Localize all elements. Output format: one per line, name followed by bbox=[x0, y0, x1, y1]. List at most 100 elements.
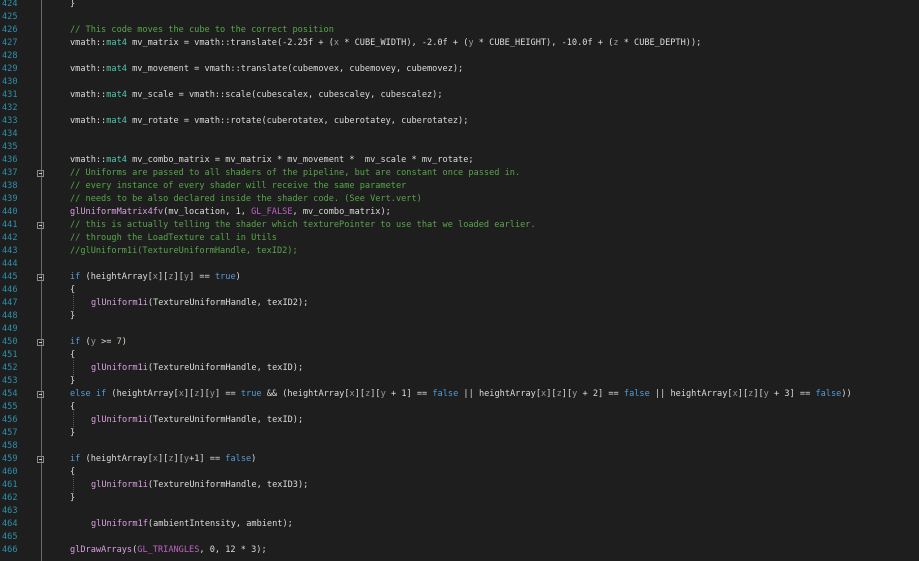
code-line[interactable]: 439 // needs to be also declared inside t… bbox=[0, 193, 919, 206]
line-number: 449 bbox=[2, 324, 18, 334]
code-token: vmath:: bbox=[70, 64, 107, 74]
line-number: 445 bbox=[2, 272, 18, 282]
code-text[interactable]: glDrawArrays(GL_TRIANGLES, 0, 12 * 3); bbox=[70, 544, 267, 557]
code-line[interactable]: 446 { bbox=[0, 284, 919, 297]
code-lines[interactable]: 424} 425 426// This code moves the cube to… bbox=[0, 0, 919, 557]
code-line[interactable]: 430 bbox=[0, 76, 919, 89]
code-text[interactable]: // through the LoadTexture call in Utils bbox=[70, 232, 277, 245]
code-line[interactable]: 429 vmath::mat4 mv_movement = vmath::tran… bbox=[0, 63, 919, 76]
code-line[interactable]: 436 vmath::mat4 mv_combo_matrix = mv_matr… bbox=[0, 154, 919, 167]
code-text[interactable]: if (heightArray[x][z][y] == true) bbox=[70, 271, 241, 284]
code-text[interactable]: // this is actually telling the shader w… bbox=[70, 219, 536, 232]
code-token: )) bbox=[841, 389, 852, 399]
code-line[interactable]: 459 if (heightArray[x][z][y+1] == false) bbox=[0, 453, 919, 466]
code-text[interactable]: glUniform1i(TextureUniformHandle, texID)… bbox=[91, 362, 303, 375]
code-line[interactable]: 438 // every instance of every shader wil… bbox=[0, 180, 919, 193]
code-line[interactable]: 444 bbox=[0, 258, 919, 271]
code-text[interactable]: vmath::mat4 mv_movement = vmath::transla… bbox=[70, 63, 463, 76]
code-text[interactable]: glUniformMatrix4fv(mv_location, 1, GL_FA… bbox=[70, 206, 391, 219]
code-line[interactable]: 451 { bbox=[0, 349, 919, 362]
code-line[interactable]: 426 // This code moves the cube to the co… bbox=[0, 24, 919, 37]
code-line[interactable]: 449 bbox=[0, 323, 919, 336]
collapse-icon[interactable] bbox=[37, 274, 44, 281]
code-token: // needs to be also declared inside the … bbox=[70, 194, 422, 204]
code-line[interactable]: 432 bbox=[0, 102, 919, 115]
code-token: { bbox=[70, 467, 76, 477]
line-number: 437 bbox=[2, 168, 18, 178]
code-line[interactable]: 456 glUniform1i(TextureUniformHandle, tex… bbox=[0, 414, 919, 427]
code-line[interactable]: 458 bbox=[0, 440, 919, 453]
code-text[interactable]: // Uniforms are passed to all shaders of… bbox=[70, 167, 520, 180]
code-text[interactable]: else if (heightArray[x][z][y] == true &&… bbox=[70, 388, 852, 401]
code-text[interactable]: vmath::mat4 mv_combo_matrix = mv_matrix … bbox=[70, 154, 474, 167]
line-number: 453 bbox=[2, 376, 18, 386]
code-editor[interactable]: 424} 425 426// This code moves the cube to… bbox=[0, 0, 919, 561]
code-line[interactable]: 434 bbox=[0, 128, 919, 141]
code-line[interactable]: 433 vmath::mat4 mv_rotate = vmath::rotate… bbox=[0, 115, 919, 128]
code-token: ][ bbox=[546, 389, 557, 399]
code-line[interactable]: 441 // this is actually telling the shade… bbox=[0, 219, 919, 232]
code-line[interactable]: 466 glDrawArrays(GL_TRIANGLES, 0, 12 * 3)… bbox=[0, 544, 919, 557]
indent-guide bbox=[73, 477, 74, 494]
code-token: (heightArray[ bbox=[80, 454, 153, 464]
code-line[interactable]: 437 // Uniforms are passed to all shaders… bbox=[0, 167, 919, 180]
code-line[interactable]: 442 // through the LoadTexture call in Ut… bbox=[0, 232, 919, 245]
code-text[interactable]: glUniform1i(TextureUniformHandle, texID)… bbox=[91, 414, 303, 427]
code-line[interactable]: 461 glUniform1i(TextureUniformHandle, tex… bbox=[0, 479, 919, 492]
line-number: 447 bbox=[2, 298, 18, 308]
code-token: } bbox=[70, 376, 76, 386]
line-number: 438 bbox=[2, 181, 18, 191]
code-text[interactable]: // This code moves the cube to the corre… bbox=[70, 24, 334, 37]
code-line[interactable]: 455 { bbox=[0, 401, 919, 414]
code-text[interactable]: if (heightArray[x][z][y+1] == false) bbox=[70, 453, 256, 466]
code-text[interactable]: glUniform1i(TextureUniformHandle, texID2… bbox=[91, 297, 308, 310]
code-line[interactable]: 460 { bbox=[0, 466, 919, 479]
code-line[interactable]: 454 else if (heightArray[x][z][y] == true… bbox=[0, 388, 919, 401]
code-line[interactable]: 427 vmath::mat4 mv_matrix = vmath::transl… bbox=[0, 37, 919, 50]
code-text[interactable]: glUniform1f(ambientIntensity, ambient); bbox=[91, 518, 293, 531]
code-line[interactable]: 457} bbox=[0, 427, 919, 440]
code-token: * CUBE_DEPTH)); bbox=[618, 38, 702, 48]
code-text[interactable]: vmath::mat4 mv_rotate = vmath::rotate(cu… bbox=[70, 115, 468, 128]
code-line[interactable]: 448} bbox=[0, 310, 919, 323]
code-line[interactable]: 452 glUniform1i(TextureUniformHandle, tex… bbox=[0, 362, 919, 375]
line-number: 439 bbox=[2, 194, 18, 204]
collapse-icon[interactable] bbox=[37, 456, 44, 463]
code-line[interactable]: 443 //glUniform1i(TextureUniformHandle, t… bbox=[0, 245, 919, 258]
code-line[interactable]: 435 bbox=[0, 141, 919, 154]
code-token: ][ bbox=[199, 389, 210, 399]
code-line[interactable]: 464 glUniform1f(ambientIntensity, ambient… bbox=[0, 518, 919, 531]
collapse-icon[interactable] bbox=[37, 391, 44, 398]
code-line[interactable]: 424} bbox=[0, 0, 919, 11]
code-text[interactable]: vmath::mat4 mv_matrix = vmath::translate… bbox=[70, 37, 701, 50]
code-token: glUniform1f bbox=[91, 519, 148, 529]
code-line[interactable]: 440 glUniformMatrix4fv(mv_location, 1, GL… bbox=[0, 206, 919, 219]
code-text[interactable]: } bbox=[70, 0, 75, 11]
line-number: 463 bbox=[2, 506, 18, 516]
code-line[interactable]: 445 if (heightArray[x][z][y] == true) bbox=[0, 271, 919, 284]
code-text[interactable]: vmath::mat4 mv_scale = vmath::scale(cube… bbox=[70, 89, 443, 102]
code-line[interactable]: 431 vmath::mat4 mv_scale = vmath::scale(c… bbox=[0, 89, 919, 102]
code-line[interactable]: 447 glUniform1i(TextureUniformHandle, tex… bbox=[0, 297, 919, 310]
code-token: false bbox=[225, 454, 252, 464]
collapse-icon[interactable] bbox=[37, 222, 44, 229]
collapse-icon[interactable] bbox=[37, 170, 44, 177]
code-text[interactable]: //glUniform1i(TextureUniformHandle, texI… bbox=[70, 245, 298, 258]
line-number: 443 bbox=[2, 246, 18, 256]
code-line[interactable]: 453} bbox=[0, 375, 919, 388]
code-line[interactable]: 428 bbox=[0, 50, 919, 63]
code-line[interactable]: 463 bbox=[0, 505, 919, 518]
code-text[interactable]: // every instance of every shader will r… bbox=[70, 180, 406, 193]
code-token: , mv_combo_matrix); bbox=[292, 207, 391, 217]
collapse-icon[interactable] bbox=[37, 339, 44, 346]
code-token: if bbox=[95, 389, 107, 399]
code-line[interactable]: 462} bbox=[0, 492, 919, 505]
code-text[interactable]: glUniform1i(TextureUniformHandle, texID3… bbox=[91, 479, 308, 492]
code-token: || heightArray[ bbox=[649, 389, 733, 399]
code-line[interactable]: 450 if (y >= 7) bbox=[0, 336, 919, 349]
code-line[interactable]: 425 bbox=[0, 11, 919, 24]
code-line[interactable]: 465 bbox=[0, 531, 919, 544]
line-number: 429 bbox=[2, 64, 18, 74]
code-text[interactable]: if (y >= 7) bbox=[70, 336, 127, 349]
code-text[interactable]: // needs to be also declared inside the … bbox=[70, 193, 422, 206]
